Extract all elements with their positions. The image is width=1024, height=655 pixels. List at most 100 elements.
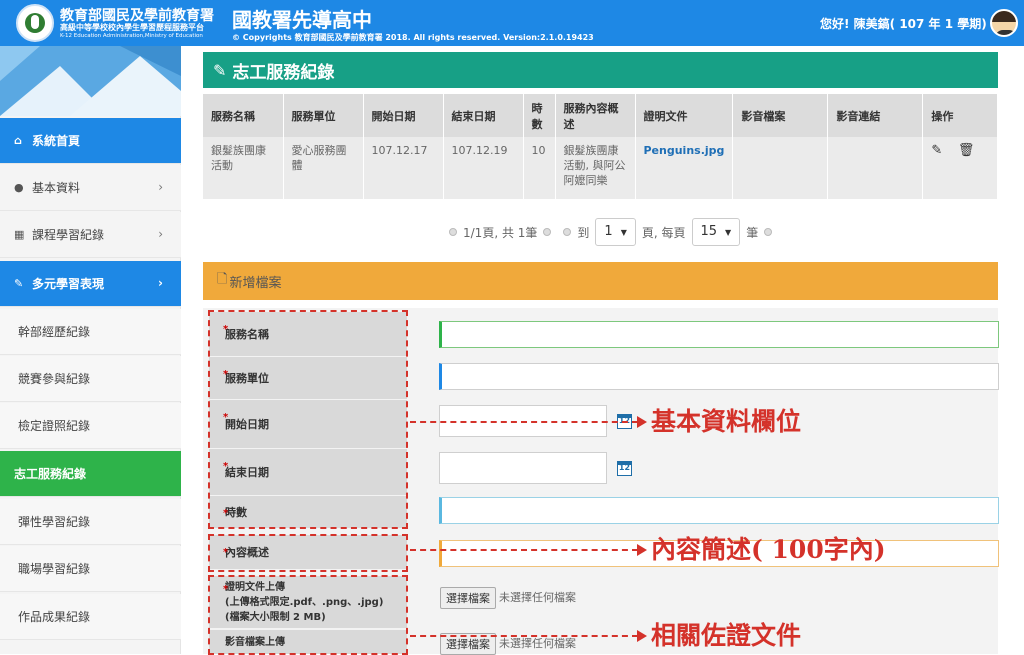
end-date-input[interactable]	[439, 452, 607, 484]
proof-file-link[interactable]: Penguins.jpg	[635, 137, 734, 199]
column-header: 開始日期	[363, 94, 444, 137]
proof-file-status: 未選擇任何檔案	[499, 591, 576, 604]
sidebar-item-label: 作品成果紀錄	[18, 610, 91, 624]
sidebar-item-label: 彈性學習紀錄	[18, 515, 91, 529]
sidebar-item-label: 系統首頁	[32, 134, 81, 148]
annotation-arrow-basic	[410, 421, 638, 423]
column-header: 證明文件	[635, 94, 734, 137]
trash-icon[interactable]: 🗑	[958, 143, 975, 158]
unit-label: 筆	[746, 225, 759, 240]
sidebar-item-basic-info[interactable]: ● 基本資料 ›	[0, 165, 181, 211]
cell-start: 107.12.17	[363, 137, 444, 199]
sidebar-item-label: 基本資料	[32, 181, 81, 195]
chevron-right-icon: ›	[158, 180, 163, 194]
sidebar-item-label: 競賽參與紀錄	[18, 372, 91, 386]
annotation-arrow-summary	[410, 549, 638, 551]
sidebar-item-flexible[interactable]: 彈性學習紀錄	[0, 499, 181, 545]
cell-actions: ✎ 🗑	[922, 137, 998, 199]
sidebar-item-home[interactable]: ⌂ 系統首頁	[0, 118, 181, 164]
add-record-form: * 服務名稱 * 服務單位 * 開始日期 * 結束日期 * 時數 * 內容概述 * 證明文件…	[203, 308, 999, 655]
sidebar-item-label: 幹部經歷紀錄	[18, 325, 91, 339]
top-header: 教育部國民及學前教育署 高級中等學校校內學生學習歷程服務平台 K-12 Educ…	[0, 0, 1024, 46]
service-name-input[interactable]	[439, 321, 999, 348]
goto-label: 到	[577, 225, 590, 240]
column-header: 操作	[922, 94, 998, 137]
chevron-right-icon: ›	[158, 227, 163, 241]
sidebar-item-volunteer[interactable]: 志工服務紀錄	[0, 451, 181, 497]
table-header-row: 服務名稱 服務單位 開始日期 結束日期 時數 服務內容概述 證明文件 影音檔案 …	[203, 94, 998, 137]
book-icon: ▦	[14, 228, 25, 241]
main-content: ✎ 志工服務紀錄 服務名稱 服務單位 開始日期 結束日期 時數 服務內容概述 證…	[181, 46, 1024, 655]
service-unit-input[interactable]	[439, 363, 999, 390]
sidebar-item-works[interactable]: 作品成果紀錄	[0, 594, 181, 640]
school-name: 國教署先導高中	[232, 8, 372, 32]
sidebar-item-diverse-learning[interactable]: ✎ 多元學習表現 ›	[0, 261, 181, 307]
arrowhead-icon	[637, 416, 647, 428]
hours-input[interactable]	[439, 497, 999, 524]
sidebar-banner-image	[0, 46, 181, 116]
cell-name: 銀髮族團康活動	[203, 137, 284, 199]
cell-media	[732, 137, 829, 199]
home-icon: ⌂	[14, 134, 22, 147]
annotation-docs: 相關佐證文件	[651, 621, 802, 650]
calendar-icon[interactable]: 12	[617, 461, 632, 476]
sidebar-item-label: 課程學習紀錄	[32, 228, 105, 242]
proof-file-button[interactable]: 選擇檔案	[440, 587, 496, 609]
sidebar-item-certification[interactable]: 檢定證照紀錄	[0, 403, 181, 449]
sidebar-item-cadre[interactable]: 幹部經歷紀錄	[0, 309, 181, 355]
page-info: 1/1頁, 共 1筆	[463, 225, 538, 240]
pagination: 1/1頁, 共 1筆 到 1 ▼ 頁, 每頁 15 ▼ 筆	[443, 217, 778, 247]
sidebar-item-label: 志工服務紀錄	[14, 467, 87, 481]
next-page-icon[interactable]	[543, 228, 552, 236]
sidebar-item-label: 多元學習表現	[32, 277, 105, 291]
first-page-icon[interactable]	[563, 228, 572, 236]
cell-hours: 10	[523, 137, 556, 199]
avatar[interactable]	[990, 9, 1018, 37]
pencil-icon: ✎	[213, 60, 227, 80]
copyright-text: © Copyrights 教育部國民及學前教育署 2018. All right…	[232, 33, 594, 42]
table-row: 銀髮族團康活動 愛心服務團體 107.12.17 107.12.19 10 銀髮…	[203, 137, 998, 199]
annotation-box-basic	[208, 310, 408, 529]
per-page-select[interactable]: 15 ▼	[691, 218, 741, 246]
sidebar-item-competition[interactable]: 競賽參與紀錄	[0, 356, 181, 402]
sidebar-item-workplace[interactable]: 職場學習紀錄	[0, 546, 181, 592]
sidebar-item-label: 檢定證照紀錄	[18, 419, 91, 433]
sidebar: ⌂ 系統首頁 ● 基本資料 › ▦ 課程學習紀錄 › ✎ 多元學習表現 › 幹部…	[0, 46, 181, 654]
cell-media-link	[827, 137, 924, 199]
page-title: 志工服務紀錄	[232, 62, 335, 83]
annotation-arrow-docs	[410, 635, 638, 637]
annotation-basic: 基本資料欄位	[651, 407, 802, 436]
annotation-box-docs	[208, 575, 408, 655]
edit-pencil-icon[interactable]: ✎	[931, 143, 942, 158]
per-page-label: 頁, 每頁	[641, 225, 686, 240]
cell-summary: 銀髮族團康活動, 與阿公阿嬤同樂	[555, 137, 636, 199]
page-select[interactable]: 1 ▼	[595, 218, 636, 246]
file-icon: 🗋	[217, 272, 228, 287]
page-title-bar: ✎ 志工服務紀錄	[203, 52, 998, 88]
column-header: 結束日期	[443, 94, 524, 137]
caret-down-icon: ▼	[725, 228, 732, 237]
arrowhead-icon	[637, 544, 647, 556]
user-greeting[interactable]: 您好! 陳美鎬( 107 年 1 學期)	[820, 15, 987, 32]
caret-down-icon: ▼	[620, 228, 627, 237]
cell-unit: 愛心服務團體	[283, 137, 364, 199]
cell-end: 107.12.19	[443, 137, 524, 199]
sidebar-item-course-records[interactable]: ▦ 課程學習紀錄 ›	[0, 212, 181, 258]
page-select-value: 1	[604, 224, 613, 239]
platform-name: 高級中等學校校內學生學習歷程服務平台	[60, 23, 204, 32]
media-file-status: 未選擇任何檔案	[499, 637, 576, 650]
prev-page-icon[interactable]	[449, 228, 457, 236]
moe-logo-icon	[16, 4, 54, 42]
records-table: 服務名稱 服務單位 開始日期 結束日期 時數 服務內容概述 證明文件 影音檔案 …	[203, 94, 998, 199]
add-file-section-header: 🗋 新增檔案	[203, 262, 998, 300]
column-header: 影音檔案	[732, 94, 829, 137]
annotation-box-summary	[208, 534, 408, 572]
last-page-icon[interactable]	[764, 228, 773, 236]
per-page-select-value: 15	[700, 224, 718, 239]
brush-icon: ✎	[14, 277, 24, 290]
annotation-summary: 內容簡述( 100字內)	[651, 535, 886, 564]
user-icon: ●	[14, 181, 24, 194]
column-header: 影音連結	[827, 94, 924, 137]
section-title: 新增檔案	[229, 275, 282, 291]
column-header: 服務單位	[283, 94, 364, 137]
